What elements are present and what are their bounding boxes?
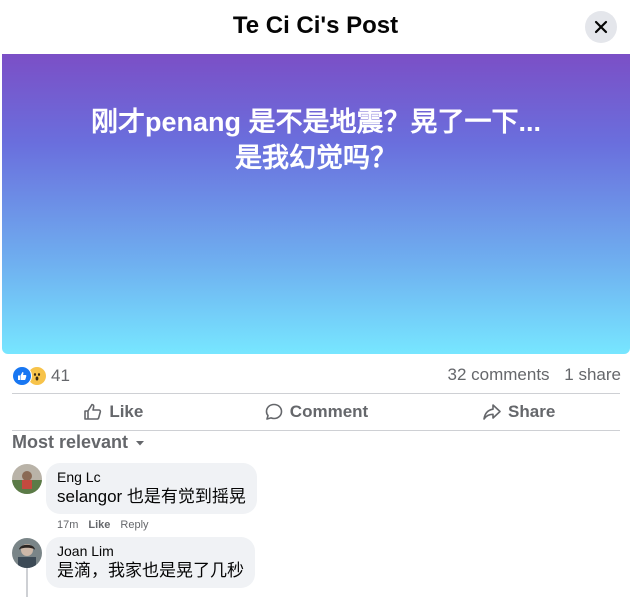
avatar[interactable] [12,464,42,494]
comment-sort-dropdown[interactable]: Most relevant [12,432,146,453]
comment-timestamp[interactable]: 17m [57,519,78,531]
post-text: 刚才penang 是不是地震？晃了一下... 是我幻觉吗？ [2,104,630,176]
dialog-title: Te Ci Ci's Post [232,12,399,39]
close-button[interactable] [585,11,617,43]
share-arrow-icon [483,404,501,420]
shares-count-link[interactable]: 1 share [564,365,621,384]
share-button-label: Share [508,402,556,421]
comment-button[interactable]: Comment [215,394,418,430]
reaction-count: 41 [51,366,70,385]
comment-bubble-icon [265,403,283,420]
comment-text: selangor 也是有觉到摇晃 [57,487,246,506]
like-button-label: Like [109,402,144,421]
like-button[interactable]: Like [12,394,215,430]
comment-item: Eng Lc selangor 也是有觉到摇晃 [12,463,257,514]
post-stats: 32 comments 1 share [448,365,621,385]
caret-down-icon [136,440,145,445]
dialog-header: Te Ci Ci's Post [0,0,631,54]
comment-button-label: Comment [289,402,369,421]
reactions-summary[interactable]: 41 [12,365,70,387]
close-icon [594,20,608,34]
comment-bubble: Joan Lim 是滴，我家也是晃了几秒 [46,537,255,588]
sort-label: Most relevant [12,432,129,452]
comments-count-link[interactable]: 32 comments [448,365,550,384]
like-reaction-icon [12,366,32,386]
divider [12,430,620,431]
comment-like-link[interactable]: Like [88,519,110,531]
comment-reply-link[interactable]: Reply [120,519,148,531]
comment-item: Joan Lim 是滴，我家也是晃了几秒 [12,537,255,588]
comment-author[interactable]: Eng Lc [57,468,246,486]
comment-author[interactable]: Joan Lim [57,542,244,560]
action-bar: Like Comment Share [12,394,620,430]
comment-bubble: Eng Lc selangor 也是有觉到摇晃 [46,463,257,514]
avatar[interactable] [12,538,42,568]
thumbs-up-icon [84,403,102,420]
post-text-line2: 是我幻觉吗？ [235,143,397,173]
share-button[interactable]: Share [417,394,620,430]
comment-meta: 17m Like Reply [57,519,149,531]
comment-text: 是滴，我家也是晃了几秒 [57,561,244,580]
post-text-line1: 刚才penang 是不是地震？晃了一下... [90,107,541,137]
post-background: 刚才penang 是不是地震？晃了一下... 是我幻觉吗？ [2,54,630,354]
